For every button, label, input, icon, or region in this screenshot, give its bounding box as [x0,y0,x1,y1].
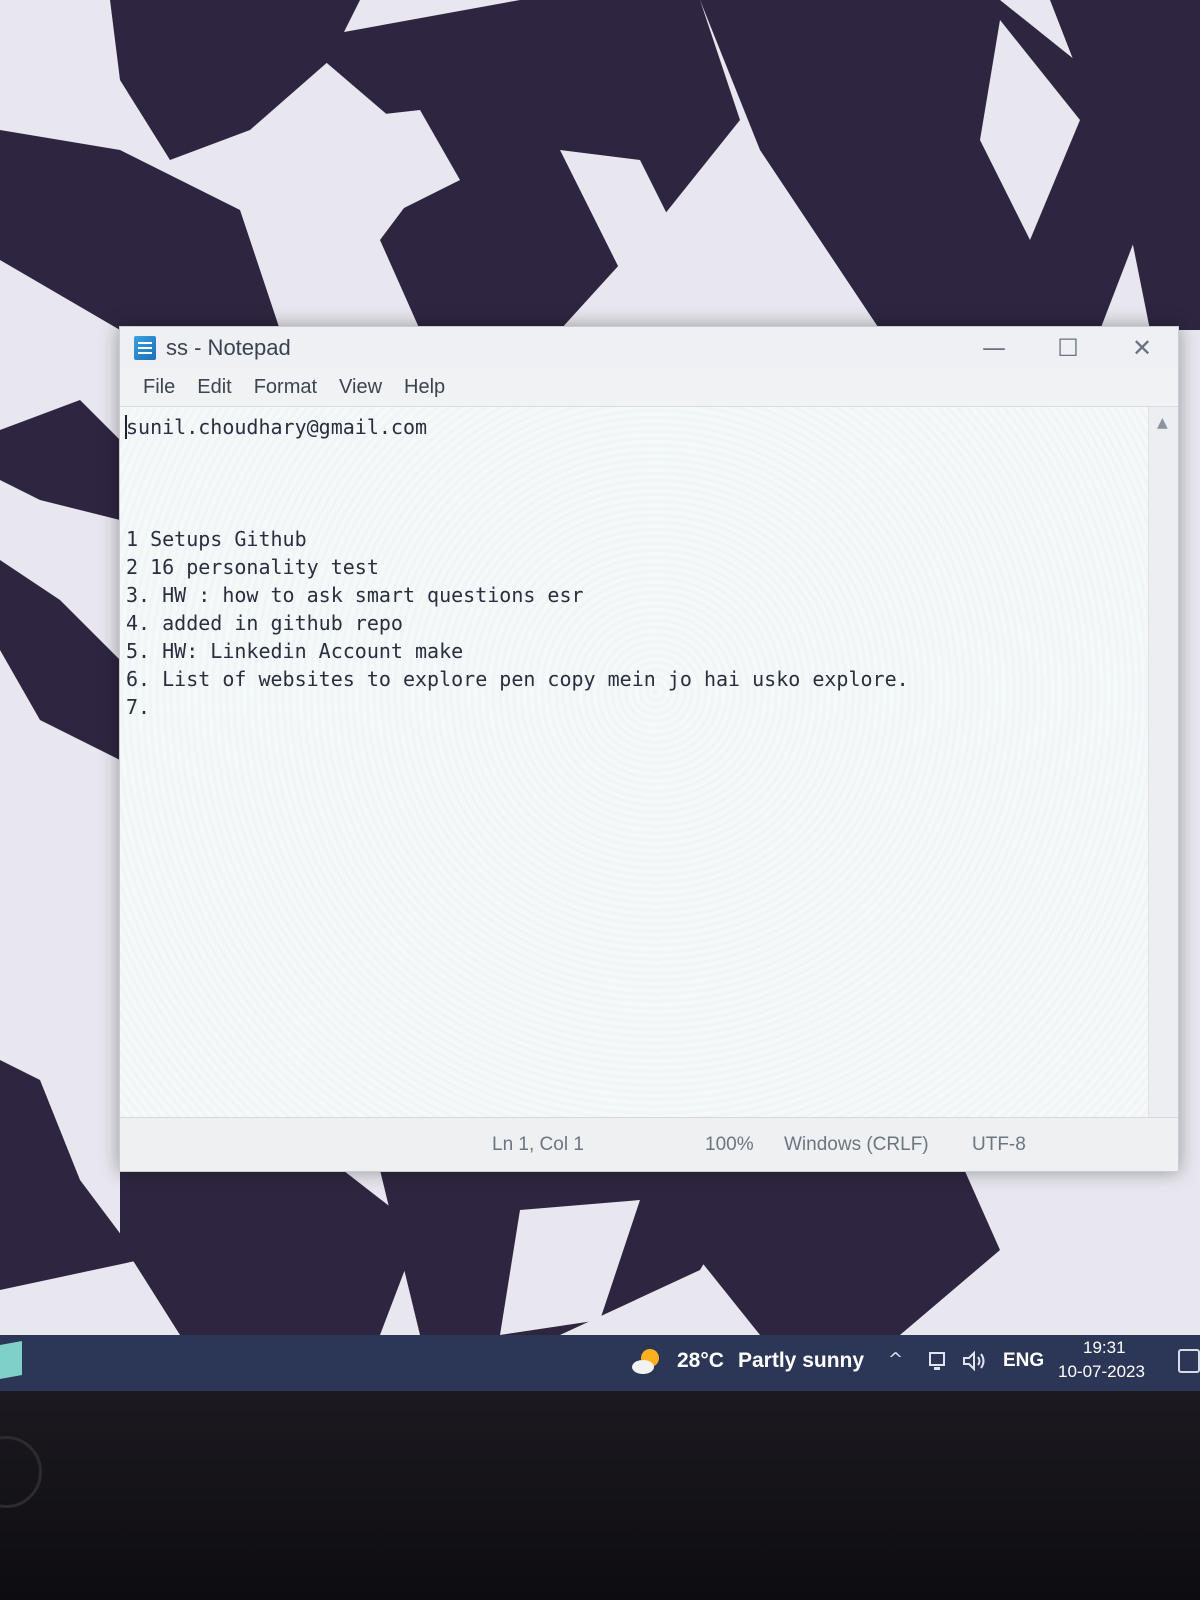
maximize-button[interactable]: ☐ [1044,333,1092,363]
clock-date[interactable]: 10-07-2023 [1058,1362,1145,1382]
partly-sunny-icon[interactable] [630,1345,664,1379]
editor-line: 2 16 personality test [126,555,379,579]
editor-line: 4. added in github repo [126,611,403,635]
editor-line: sunil.choudhary@gmail.com [126,415,428,439]
close-button[interactable]: ✕ [1118,333,1166,363]
input-language[interactable]: ENG [1003,1350,1044,1372]
menu-bar: File Edit Format View Help [120,369,1178,407]
menu-view[interactable]: View [328,376,393,399]
menu-file[interactable]: File [132,376,186,399]
editor-line: 5. HW: Linkedin Account make [126,639,464,663]
blank-lines [126,441,1150,525]
notifications-icon[interactable] [1178,1349,1200,1373]
editor-line: 3. HW : how to ask smart questions esr [126,583,584,607]
title-bar[interactable]: ss - Notepad — ☐ ✕ [120,327,1178,369]
menu-edit[interactable]: Edit [186,376,242,399]
weather-description[interactable]: Partly sunny [738,1349,864,1373]
text-editor[interactable]: sunil.choudhary@gmail.com 1 Setups Githu… [120,407,1150,1119]
cursor-position: Ln 1, Col 1 [492,1134,584,1155]
menu-help[interactable]: Help [393,376,456,399]
volume-icon[interactable] [962,1349,988,1373]
notepad-window[interactable]: ss - Notepad — ☐ ✕ File Edit Format View… [119,326,1179,1172]
minimize-button[interactable]: — [970,333,1018,363]
vertical-scrollbar[interactable]: ▲ [1148,407,1178,1119]
editor-line: 7. [126,695,151,719]
text-caret [125,415,127,439]
status-bar: Ln 1, Col 1 100% Windows (CRLF) UTF-8 [120,1117,1178,1171]
notepad-icon [134,336,156,360]
show-hidden-icons-chevron-icon[interactable]: ^ [888,1349,903,1370]
window-title: ss - Notepad [166,335,291,360]
network-icon[interactable] [928,1349,950,1373]
start-icon[interactable] [0,1341,22,1379]
line-ending: Windows (CRLF) [784,1134,929,1155]
menu-format[interactable]: Format [243,376,328,399]
taskbar: 28°C Partly sunny ^ ENG 19:31 10-07-2023 [0,1335,1200,1391]
clock-time[interactable]: 19:31 [1083,1338,1126,1358]
editor-line: 1 Setups Github [126,527,307,551]
scroll-up-arrow-icon[interactable]: ▲ [1157,415,1168,431]
zoom-level: 100% [705,1134,754,1155]
hp-logo-icon [0,1436,42,1508]
weather-temperature[interactable]: 28°C [677,1349,724,1373]
encoding: UTF-8 [972,1134,1026,1155]
editor-line: 6. List of websites to explore pen copy … [126,667,909,691]
laptop-bezel [0,1391,1200,1600]
